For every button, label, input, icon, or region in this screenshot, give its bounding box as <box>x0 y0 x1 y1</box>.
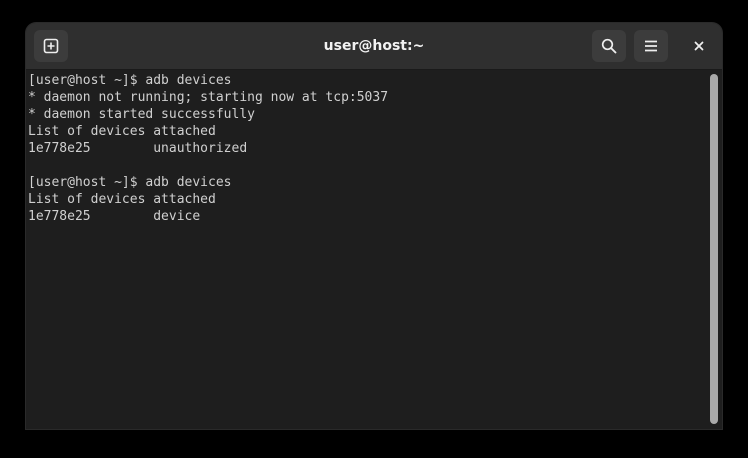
search-button[interactable] <box>592 30 626 62</box>
close-button[interactable] <box>682 30 716 62</box>
terminal-line: * daemon not running; starting now at tc… <box>28 90 389 105</box>
terminal-line: 1e778e25 device <box>28 209 201 224</box>
scrollbar[interactable] <box>708 71 720 427</box>
header-bar: user@host:~ <box>26 23 722 70</box>
terminal-line: List of devices attached <box>28 124 216 139</box>
terminal-window: user@host:~ [user@host ~]$ adb devices *… <box>26 23 722 429</box>
terminal-output[interactable]: [user@host ~]$ adb devices * daemon not … <box>26 70 706 429</box>
terminal-line: 1e778e25 unauthorized <box>28 141 248 156</box>
terminal-line: [user@host ~]$ adb devices <box>28 175 232 190</box>
terminal-line: * daemon started successfully <box>28 107 255 122</box>
terminal-line: [user@host ~]$ adb devices <box>28 73 232 88</box>
new-tab-icon <box>43 38 59 54</box>
terminal-line: List of devices attached <box>28 192 216 207</box>
menu-button[interactable] <box>634 30 668 62</box>
search-icon <box>601 38 617 54</box>
hamburger-menu-icon <box>645 40 657 52</box>
new-tab-button[interactable] <box>34 30 68 62</box>
scrollbar-thumb[interactable] <box>710 74 718 424</box>
close-icon <box>694 41 704 51</box>
